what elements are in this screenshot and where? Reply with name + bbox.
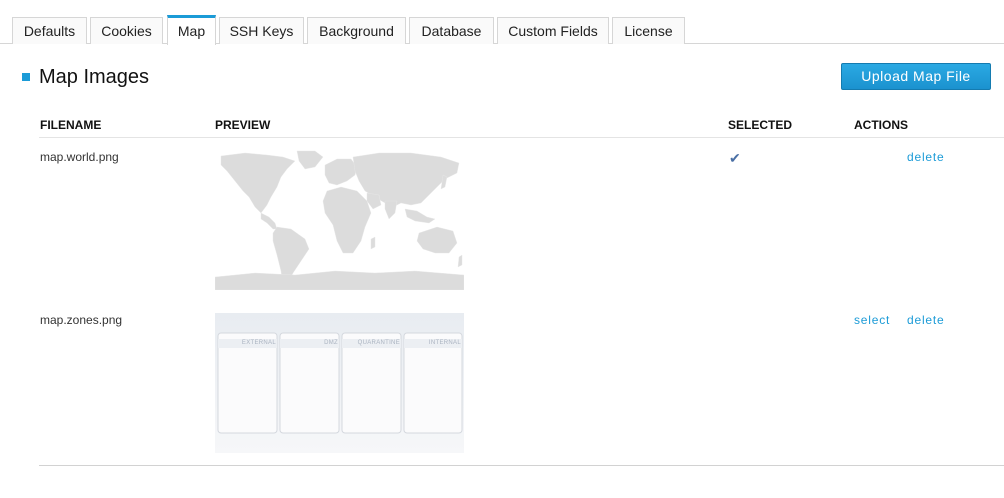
tab-bar: Defaults Cookies Map SSH Keys Background… xyxy=(0,0,1004,45)
tab-cookies[interactable]: Cookies xyxy=(90,17,163,44)
zone-label-quarantine: QUARANTINE xyxy=(357,340,400,346)
map-preview-zones: EXTERNAL DMZ QUARANTINE INTERNAL xyxy=(215,313,464,453)
map-preview-world xyxy=(215,147,464,290)
delete-button[interactable]: delete xyxy=(907,313,945,327)
tab-database[interactable]: Database xyxy=(409,17,494,44)
tab-defaults[interactable]: Defaults xyxy=(12,17,87,44)
tab-custom-fields[interactable]: Custom Fields xyxy=(497,17,609,44)
tab-ssh-keys[interactable]: SSH Keys xyxy=(219,17,304,44)
square-bullet-icon xyxy=(22,73,30,81)
select-button[interactable]: select xyxy=(854,313,890,327)
zone-label-dmz: DMZ xyxy=(324,340,338,346)
table-bottom-divider xyxy=(39,465,1004,466)
zone-label-internal: INTERNAL xyxy=(428,340,461,346)
tab-map[interactable]: Map xyxy=(167,15,216,45)
upload-map-file-button[interactable]: Upload Map File xyxy=(841,63,991,90)
checkmark-icon: ✔ xyxy=(729,150,741,166)
zone-label-external: EXTERNAL xyxy=(241,340,276,346)
row-filename: map.world.png xyxy=(40,150,119,164)
table-header-divider xyxy=(39,137,1004,138)
tab-background[interactable]: Background xyxy=(307,17,406,44)
column-header-actions: ACTIONS xyxy=(854,118,908,132)
column-header-preview: PREVIEW xyxy=(215,118,271,132)
tab-license[interactable]: License xyxy=(612,17,685,44)
section-title: Map Images xyxy=(39,66,150,88)
delete-button[interactable]: delete xyxy=(907,150,945,164)
row-filename: map.zones.png xyxy=(40,313,123,327)
column-header-filename[interactable]: FILENAME xyxy=(40,118,101,132)
column-header-selected: SELECTED xyxy=(728,118,793,132)
